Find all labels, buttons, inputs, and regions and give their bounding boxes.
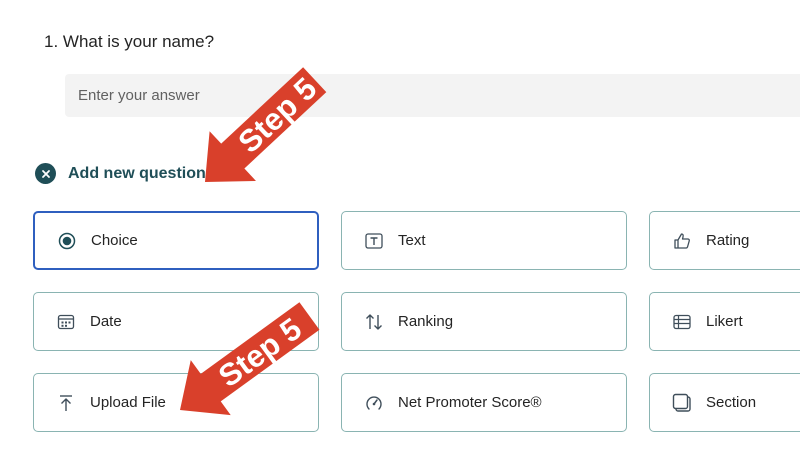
calendar-icon — [56, 312, 76, 332]
question-type-label: Net Promoter Score® — [398, 394, 542, 411]
question-type-section[interactable]: Section — [649, 373, 800, 432]
question-type-label: Choice — [91, 232, 138, 249]
gauge-icon — [364, 393, 384, 413]
likert-icon — [672, 312, 692, 332]
upload-icon — [56, 393, 76, 413]
section-icon — [672, 393, 692, 413]
question-type-net-promoter-score[interactable]: Net Promoter Score® — [341, 373, 627, 432]
question-type-label: Upload File — [90, 394, 166, 411]
add-new-question-button[interactable]: Add new question — [35, 163, 206, 184]
question-type-label: Section — [706, 394, 757, 411]
add-new-question-label: Add new question — [68, 164, 206, 182]
question-type-choice[interactable]: Choice — [33, 211, 319, 270]
question-type-label: Likert — [706, 313, 743, 330]
question-type-upload-file[interactable]: Upload File — [33, 373, 319, 432]
question-type-rating[interactable]: Rating — [649, 211, 800, 270]
close-icon[interactable] — [35, 163, 56, 184]
question-type-label: Date — [90, 313, 122, 330]
text-icon — [364, 231, 384, 251]
question-type-label: Rating — [706, 232, 750, 249]
question-title: 1. What is your name? — [44, 32, 215, 51]
question-type-ranking[interactable]: Ranking — [341, 292, 627, 351]
radio-icon — [57, 231, 77, 251]
answer-input[interactable] — [65, 74, 800, 117]
thumbs-up-icon — [672, 231, 692, 251]
ranking-icon — [364, 312, 384, 332]
question-type-label: Ranking — [398, 313, 454, 330]
question-type-date[interactable]: Date — [33, 292, 319, 351]
question-type-likert[interactable]: Likert — [649, 292, 800, 351]
question-type-label: Text — [398, 232, 426, 249]
question-type-text[interactable]: Text — [341, 211, 627, 270]
